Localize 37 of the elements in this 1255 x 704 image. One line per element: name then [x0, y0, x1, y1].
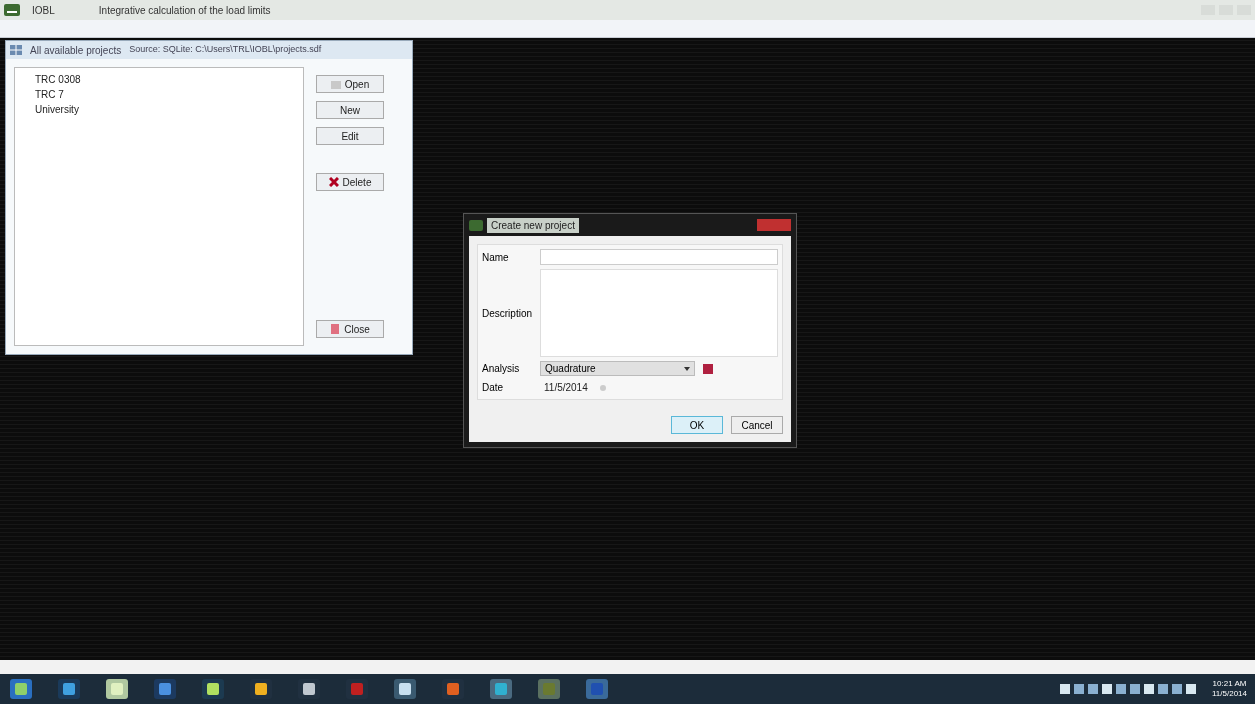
taskbar-app-icon[interactable] [8, 677, 34, 701]
project-item[interactable]: TRC 0308 [31, 72, 85, 87]
taskbar-app-icon[interactable] [392, 677, 418, 701]
app-logo-icon [4, 4, 20, 16]
description-field[interactable] [540, 269, 778, 357]
taskbar-app-icon[interactable] [296, 677, 322, 701]
action-button[interactable]: New [316, 101, 384, 119]
analysis-label: Analysis [482, 362, 521, 376]
date-label: Date [482, 381, 505, 395]
action-button[interactable]: Edit [316, 127, 384, 145]
project-item[interactable]: TRC 7 [31, 87, 68, 102]
date-field[interactable]: 11/5/2014 [540, 380, 610, 395]
taskbar-app-icon[interactable] [200, 677, 226, 701]
cross-icon [328, 177, 339, 187]
window-title: All available projects [30, 43, 122, 58]
dialog-button[interactable]: Cancel [731, 416, 783, 434]
taskbar-app-icon[interactable] [56, 677, 82, 701]
clock-date: 11/5/2014 [1212, 689, 1247, 699]
close-button[interactable]: Close [316, 320, 384, 338]
app-logo-icon [469, 219, 483, 231]
source-path: Source: SQLite: C:\Users\TRL\IOBL\projects.sdf [129, 43, 322, 57]
taskbar-app-icon[interactable] [488, 677, 514, 701]
description-label: Description [482, 306, 532, 321]
project-item[interactable]: University [31, 102, 83, 117]
delete-button[interactable]: Delete [316, 173, 384, 191]
name-label: Name [482, 250, 510, 265]
taskbar-app-icon[interactable] [104, 677, 130, 701]
dialog-title: Create new project [487, 217, 579, 233]
window-title: Integrative calculation of the load limits [98, 3, 271, 18]
clock-time: 10:21 AM [1212, 679, 1247, 689]
dialog-button[interactable]: OK [671, 416, 723, 434]
grid-icon [10, 45, 22, 55]
open-button[interactable]: Open [316, 75, 384, 93]
analysis-dropdown[interactable]: Quadrature [540, 361, 695, 376]
taskbar-app-icon[interactable] [248, 677, 274, 701]
name-field[interactable] [540, 249, 778, 265]
app-short-name: IOBL [32, 3, 55, 18]
